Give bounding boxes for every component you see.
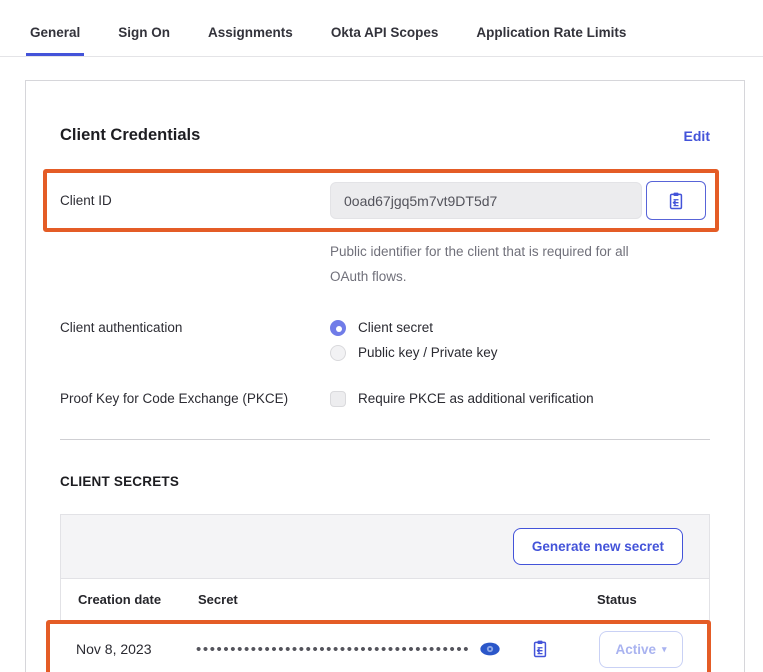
edit-link[interactable]: Edit: [684, 128, 710, 144]
tab-okta-api-scopes[interactable]: Okta API Scopes: [327, 7, 443, 56]
clipboard-copy-icon: [530, 639, 550, 659]
secrets-toolbar: Generate new secret: [61, 515, 709, 579]
section-title-client-secrets: CLIENT SECRETS: [60, 474, 710, 489]
client-id-highlight-box: Client ID 0oad67jgq5m7vt9DT5d7: [43, 169, 719, 232]
generate-new-secret-button[interactable]: Generate new secret: [513, 528, 683, 565]
status-cell: Active ▾: [599, 631, 697, 668]
client-id-value-field[interactable]: 0oad67jgq5m7vt9DT5d7: [330, 182, 642, 219]
pkce-option-label: Require PKCE as additional verification: [358, 391, 594, 406]
client-id-label: Client ID: [60, 193, 330, 208]
radio-selected-icon[interactable]: [330, 320, 346, 336]
pkce-row: Proof Key for Code Exchange (PKCE) Requi…: [60, 391, 710, 407]
radio-unselected-icon[interactable]: [330, 345, 346, 361]
header-status: Status: [597, 592, 695, 607]
copy-client-id-button[interactable]: [646, 181, 706, 220]
pkce-checkbox-option[interactable]: Require PKCE as additional verification: [330, 391, 594, 407]
app-tab-bar: General Sign On Assignments Okta API Sco…: [0, 0, 763, 57]
client-id-help-text: Public identifier for the client that is…: [330, 240, 660, 290]
client-authentication-row: Client authentication Client secret Publ…: [60, 320, 710, 361]
section-divider: [60, 439, 710, 440]
secret-cell: ••••••••••••••••••••••••••••••••••••••••: [196, 639, 599, 659]
pkce-label: Proof Key for Code Exchange (PKCE): [60, 391, 330, 406]
tab-sign-on[interactable]: Sign On: [114, 7, 174, 56]
clipboard-copy-icon: [666, 191, 686, 211]
radio-option-label: Public key / Private key: [358, 345, 498, 360]
secrets-table-header: Creation date Secret Status: [61, 579, 709, 620]
status-label: Active: [615, 642, 656, 657]
tab-assignments[interactable]: Assignments: [204, 7, 297, 56]
tab-application-rate-limits[interactable]: Application Rate Limits: [472, 7, 630, 56]
secret-row-highlight-box: Nov 8, 2023 ••••••••••••••••••••••••••••…: [46, 620, 711, 672]
status-dropdown-active[interactable]: Active ▾: [599, 631, 683, 668]
masked-secret-value: ••••••••••••••••••••••••••••••••••••••••: [196, 641, 470, 658]
copy-secret-button[interactable]: [530, 639, 550, 659]
secret-creation-date: Nov 8, 2023: [76, 641, 196, 657]
client-authentication-options: Client secret Public key / Private key: [330, 320, 498, 361]
reveal-secret-button[interactable]: [479, 640, 501, 658]
client-secrets-panel: Generate new secret Creation date Secret…: [60, 514, 710, 672]
checkbox-unchecked-icon[interactable]: [330, 391, 346, 407]
client-credentials-card: Client Credentials Edit Client ID 0oad67…: [25, 80, 745, 672]
table-row: Nov 8, 2023 ••••••••••••••••••••••••••••…: [50, 624, 707, 672]
eye-icon: [479, 640, 501, 658]
tab-general[interactable]: General: [26, 7, 84, 56]
header-secret: Secret: [198, 592, 597, 607]
radio-option-label: Client secret: [358, 320, 433, 335]
card-header: Client Credentials Edit: [60, 126, 710, 145]
client-authentication-label: Client authentication: [60, 320, 330, 335]
header-creation-date: Creation date: [78, 592, 198, 607]
client-id-row: Client ID 0oad67jgq5m7vt9DT5d7: [47, 173, 715, 228]
radio-option-client-secret[interactable]: Client secret: [330, 320, 498, 336]
radio-option-public-private-key[interactable]: Public key / Private key: [330, 345, 498, 361]
chevron-down-icon: ▾: [662, 644, 667, 655]
section-title-client-credentials: Client Credentials: [60, 126, 200, 145]
